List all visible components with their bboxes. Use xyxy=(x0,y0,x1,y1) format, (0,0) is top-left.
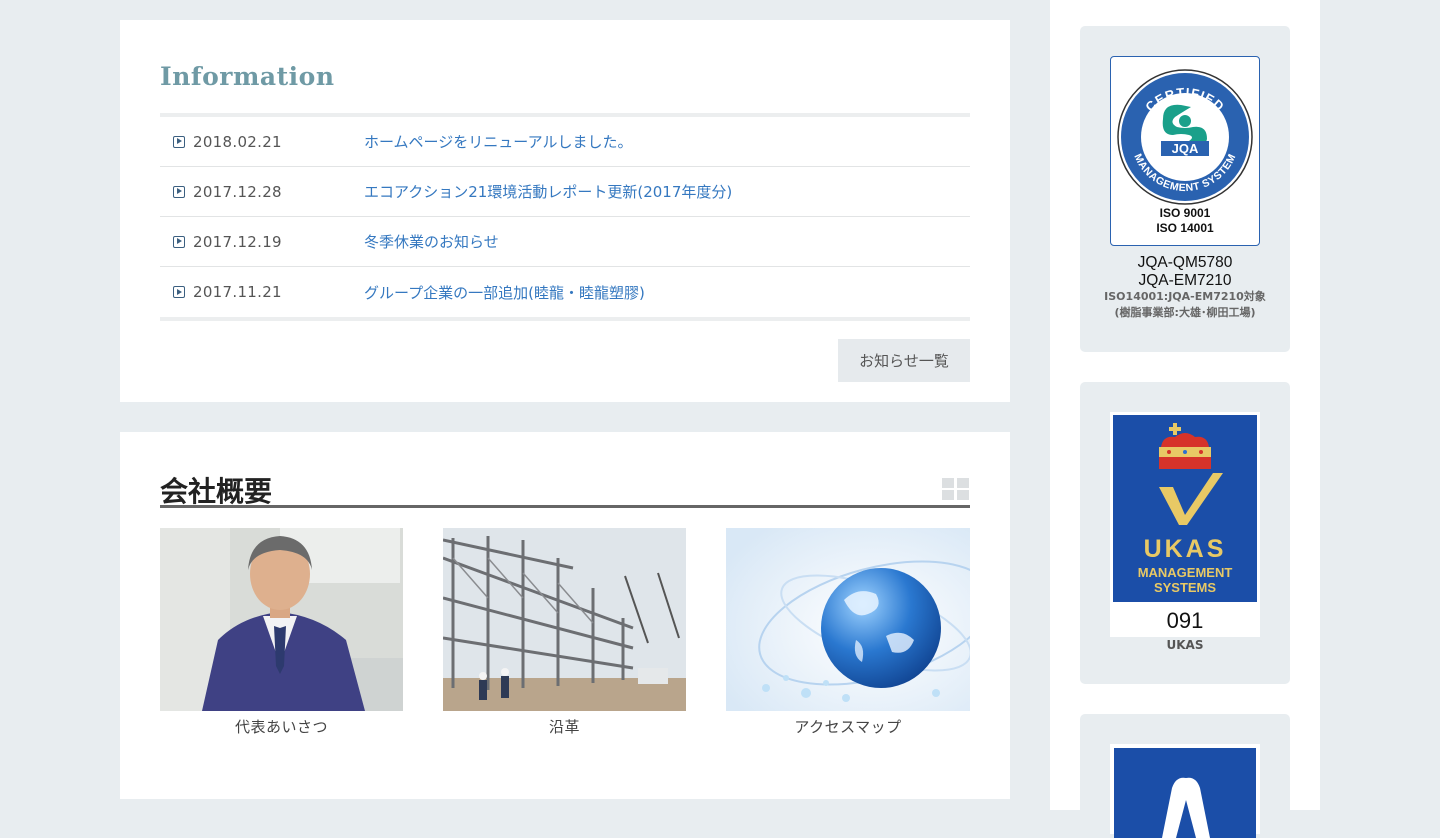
company-overview-title: 会社概要 xyxy=(160,475,273,508)
blue-badge xyxy=(1114,748,1256,838)
news-item[interactable]: 2017.11.21 グループ企業の一部追加(睦龍・睦龍塑膠) xyxy=(160,267,970,317)
news-item[interactable]: 2017.12.19 冬季休業のお知らせ xyxy=(160,217,970,267)
jqa-certification-box: CERTIFIED MANAGEMENT SYSTEM JQA ISO 9001… xyxy=(1080,26,1290,352)
svg-text:ISO 14001: ISO 14001 xyxy=(1156,221,1214,235)
access-map-card[interactable]: アクセスマップ xyxy=(726,528,970,737)
history-caption[interactable]: 沿革 xyxy=(443,716,686,737)
globe-image[interactable] xyxy=(726,528,970,711)
news-item[interactable]: 2017.12.28 エコアクション21環境活動レポート更新(2017年度分) xyxy=(160,167,970,217)
news-date: 2017.12.28 xyxy=(193,182,282,201)
sidebar: CERTIFIED MANAGEMENT SYSTEM JQA ISO 9001… xyxy=(1050,0,1320,838)
ukas-logo: UKAS MANAGEMENT SYSTEMS 091 xyxy=(1110,412,1260,637)
information-title: Information xyxy=(160,62,335,91)
greeting-card[interactable]: 代表あいさつ xyxy=(160,528,403,737)
news-date: 2017.11.21 xyxy=(193,283,282,301)
news-link[interactable]: グループ企業の一部追加(睦龍・睦龍塑膠) xyxy=(364,282,645,303)
ukas-wordmark: UKAS xyxy=(1143,535,1227,563)
jqa-certificate-logo: CERTIFIED MANAGEMENT SYSTEM JQA ISO 9001… xyxy=(1110,56,1260,246)
company-overview-panel: 会社概要 代表あいさつ 沿革 アクセスマップ xyxy=(120,432,1010,799)
news-link[interactable]: エコアクション21環境活動レポート更新(2017年度分) xyxy=(364,181,732,202)
grid-icon xyxy=(942,478,969,500)
information-panel: Information 2018.02.21 ホームページをリニューアルしました… xyxy=(120,20,1010,402)
ukas-systems-line: SYSTEMS xyxy=(1153,580,1217,595)
ukas-number: 091 xyxy=(1166,608,1204,633)
history-card[interactable]: 沿革 xyxy=(443,528,686,737)
jqa-code-qm: JQA-QM5780 xyxy=(1137,254,1233,271)
news-link[interactable]: ホームページをリニューアルしました。 xyxy=(364,131,633,152)
greeting-caption[interactable]: 代表あいさつ xyxy=(160,716,403,737)
third-certification-box xyxy=(1080,714,1290,838)
construction-photo[interactable] xyxy=(443,528,686,711)
news-date: 2018.02.21 xyxy=(193,132,282,151)
svg-text:JQA: JQA xyxy=(1172,141,1199,156)
jqa-code-em: JQA-EM7210 xyxy=(1138,272,1232,289)
third-certificate-logo xyxy=(1110,744,1260,838)
jqa-scope-note: ISO14001:JQA-EM7210対象 xyxy=(1104,290,1266,303)
news-list: 2018.02.21 ホームページをリニューアルしました。 2017.12.28… xyxy=(160,113,970,321)
news-date: 2017.12.19 xyxy=(193,232,282,251)
play-square-icon xyxy=(173,135,185,148)
news-link[interactable]: 冬季休業のお知らせ xyxy=(364,231,499,252)
ukas-management-line: MANAGEMENT xyxy=(1137,565,1233,580)
news-item[interactable]: 2018.02.21 ホームページをリニューアルしました。 xyxy=(160,117,970,167)
ukas-badge: UKAS MANAGEMENT SYSTEMS xyxy=(1113,415,1257,602)
jqa-scope-detail: (樹脂事業部:大雄･柳田工場) xyxy=(1114,306,1256,319)
play-square-icon xyxy=(173,235,185,248)
president-photo[interactable] xyxy=(160,528,403,711)
ukas-label: UKAS xyxy=(1166,638,1204,652)
svg-text:ISO 9001: ISO 9001 xyxy=(1160,206,1211,220)
ukas-certification-box: UKAS MANAGEMENT SYSTEMS 091 UKAS xyxy=(1080,382,1290,684)
news-list-button[interactable]: お知らせ一覧 xyxy=(838,339,970,382)
title-divider xyxy=(160,505,970,508)
access-map-caption[interactable]: アクセスマップ xyxy=(726,716,970,737)
play-square-icon xyxy=(173,286,185,298)
play-square-icon xyxy=(173,185,185,198)
